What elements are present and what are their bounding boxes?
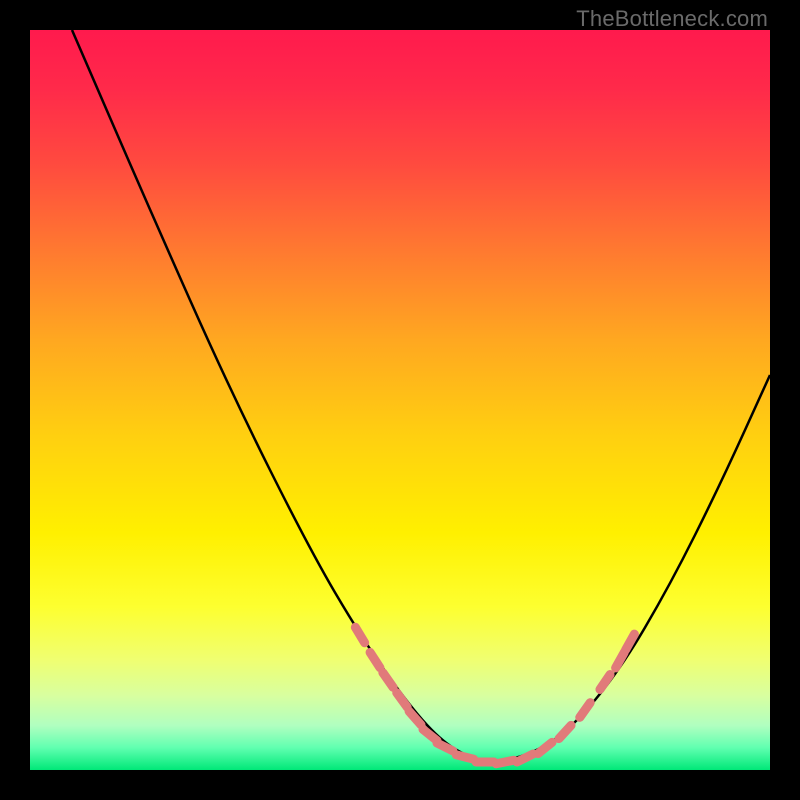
marker-dash — [383, 673, 393, 688]
marker-dash — [600, 675, 610, 690]
marker-dash — [517, 754, 533, 762]
plot-area — [30, 30, 770, 770]
marker-dash — [538, 742, 552, 753]
marker-dash — [496, 760, 514, 764]
watermark-text: TheBottleneck.com — [576, 6, 768, 32]
marker-group — [355, 627, 634, 763]
chart-svg — [30, 30, 770, 770]
chart-container: TheBottleneck.com — [0, 0, 800, 800]
marker-dash — [409, 711, 421, 724]
marker-dash — [456, 755, 473, 759]
marker-dash — [397, 693, 408, 708]
marker-dash — [580, 703, 590, 718]
marker-dash — [616, 652, 625, 668]
marker-dash — [355, 627, 364, 642]
right-curve — [490, 375, 770, 763]
marker-dash — [370, 652, 380, 667]
marker-dash — [437, 743, 453, 751]
marker-dash — [423, 729, 437, 740]
left-curve — [72, 30, 490, 763]
marker-dash — [559, 725, 571, 738]
